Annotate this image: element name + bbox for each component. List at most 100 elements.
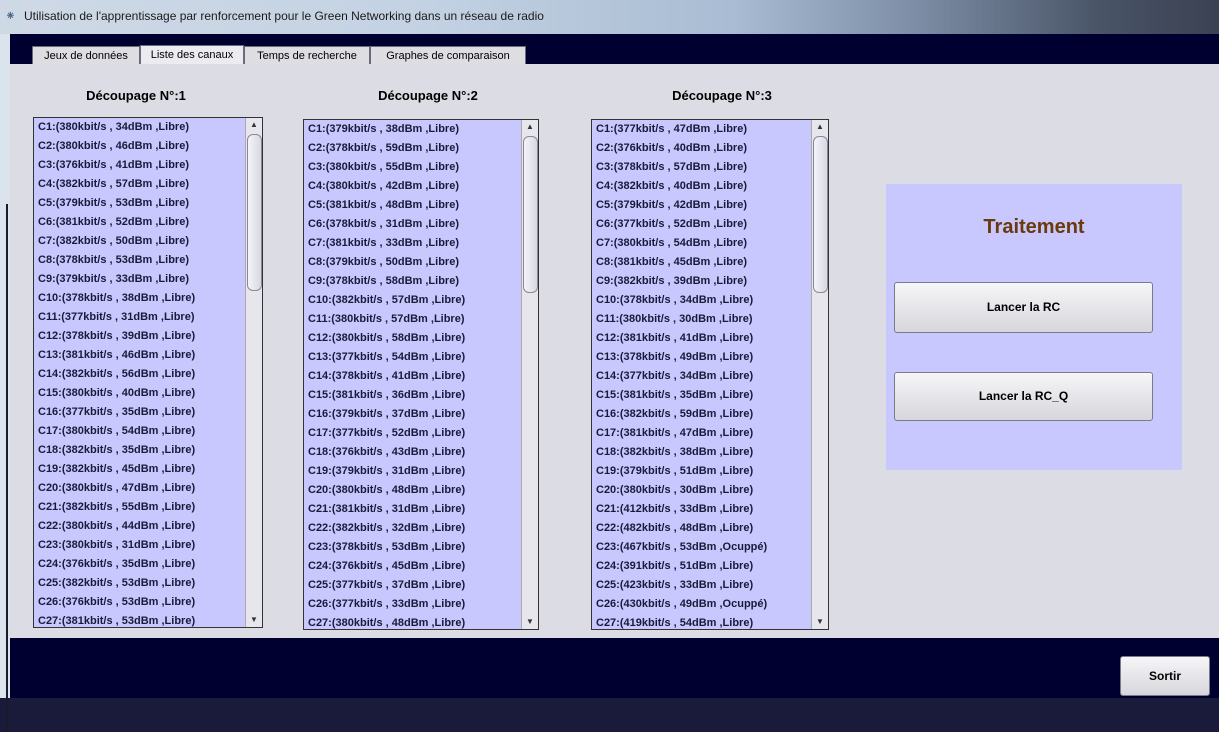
scrollbar[interactable]: ▲ ▼ [245,118,262,627]
list-item[interactable]: C22:(382kbit/s , 32dBm ,Libre) [304,519,522,538]
list-item[interactable]: C12:(381kbit/s , 41dBm ,Libre) [592,329,812,348]
list-item[interactable]: C16:(377kbit/s , 35dBm ,Libre) [34,403,246,422]
list-item[interactable]: C23:(378kbit/s , 53dBm ,Libre) [304,538,522,557]
list-item[interactable]: C15:(381kbit/s , 35dBm ,Libre) [592,386,812,405]
list-item[interactable]: C6:(381kbit/s , 52dBm ,Libre) [34,213,246,232]
list-item[interactable]: C17:(381kbit/s , 47dBm ,Libre) [592,424,812,443]
list-item[interactable]: C14:(378kbit/s , 41dBm ,Libre) [304,367,522,386]
tab-temps-de-recherche[interactable]: Temps de recherche [244,46,370,64]
list-item[interactable]: C10:(378kbit/s , 34dBm ,Libre) [592,291,812,310]
list-item[interactable]: C10:(382kbit/s , 57dBm ,Libre) [304,291,522,310]
list-item[interactable]: C11:(377kbit/s , 31dBm ,Libre) [34,308,246,327]
arrow-down-icon[interactable]: ▼ [522,615,538,629]
list-item[interactable]: C9:(378kbit/s , 58dBm ,Libre) [304,272,522,291]
list-item[interactable]: C4:(382kbit/s , 57dBm ,Libre) [34,175,246,194]
arrow-up-icon[interactable]: ▲ [246,118,262,132]
tab-jeux-de-donnees[interactable]: Jeux de données [32,46,140,64]
list-item[interactable]: C18:(382kbit/s , 38dBm ,Libre) [592,443,812,462]
arrow-down-icon[interactable]: ▼ [812,615,828,629]
list-item[interactable]: C21:(412kbit/s , 33dBm ,Libre) [592,500,812,519]
list-item[interactable]: C21:(381kbit/s , 31dBm ,Libre) [304,500,522,519]
list-item[interactable]: C19:(379kbit/s , 51dBm ,Libre) [592,462,812,481]
list-item[interactable]: C6:(378kbit/s , 31dBm ,Libre) [304,215,522,234]
list-item[interactable]: C19:(379kbit/s , 31dBm ,Libre) [304,462,522,481]
list-item[interactable]: C2:(376kbit/s , 40dBm ,Libre) [592,139,812,158]
list-item[interactable]: C15:(380kbit/s , 40dBm ,Libre) [34,384,246,403]
list-item[interactable]: C7:(381kbit/s , 33dBm ,Libre) [304,234,522,253]
list-item[interactable]: C15:(381kbit/s , 36dBm ,Libre) [304,386,522,405]
arrow-up-icon[interactable]: ▲ [812,120,828,134]
list-item[interactable]: C1:(379kbit/s , 38dBm ,Libre) [304,120,522,139]
list-item[interactable]: C17:(377kbit/s , 52dBm ,Libre) [304,424,522,443]
list-item[interactable]: C12:(380kbit/s , 58dBm ,Libre) [304,329,522,348]
list-item[interactable]: C23:(380kbit/s , 31dBm ,Libre) [34,536,246,555]
list-item[interactable]: C8:(379kbit/s , 50dBm ,Libre) [304,253,522,272]
list-item[interactable]: C9:(379kbit/s , 33dBm ,Libre) [34,270,246,289]
list-item[interactable]: C25:(382kbit/s , 53dBm ,Libre) [34,574,246,593]
list-item[interactable]: C5:(381kbit/s , 48dBm ,Libre) [304,196,522,215]
list-item[interactable]: C27:(380kbit/s , 48dBm ,Libre) [304,614,522,629]
launch-rc-q-button[interactable]: Lancer la RC_Q [894,372,1153,421]
scroll-thumb[interactable] [523,136,538,293]
list-item[interactable]: C22:(380kbit/s , 44dBm ,Libre) [34,517,246,536]
list-item[interactable]: C5:(379kbit/s , 42dBm ,Libre) [592,196,812,215]
list-item[interactable]: C1:(377kbit/s , 47dBm ,Libre) [592,120,812,139]
list-item[interactable]: C3:(380kbit/s , 55dBm ,Libre) [304,158,522,177]
list-item[interactable]: C22:(482kbit/s , 48dBm ,Libre) [592,519,812,538]
scroll-thumb[interactable] [813,136,828,293]
list-item[interactable]: C18:(376kbit/s , 43dBm ,Libre) [304,443,522,462]
list-item[interactable]: C21:(382kbit/s , 55dBm ,Libre) [34,498,246,517]
scrollbar[interactable]: ▲ ▼ [811,120,828,629]
list-item[interactable]: C16:(379kbit/s , 37dBm ,Libre) [304,405,522,424]
list-item[interactable]: C1:(380kbit/s , 34dBm ,Libre) [34,118,246,137]
list-item[interactable]: C11:(380kbit/s , 57dBm ,Libre) [304,310,522,329]
list-item[interactable]: C25:(377kbit/s , 37dBm ,Libre) [304,576,522,595]
list-item[interactable]: C20:(380kbit/s , 48dBm ,Libre) [304,481,522,500]
list-item[interactable]: C26:(430kbit/s , 49dBm ,Ocuppé) [592,595,812,614]
scroll-thumb[interactable] [247,134,262,291]
tab-liste-des-canaux[interactable]: Liste des canaux [140,45,244,64]
list-item[interactable]: C24:(391kbit/s , 51dBm ,Libre) [592,557,812,576]
list-item[interactable]: C18:(382kbit/s , 35dBm ,Libre) [34,441,246,460]
arrow-down-icon[interactable]: ▼ [246,613,262,627]
list-item[interactable]: C2:(380kbit/s , 46dBm ,Libre) [34,137,246,156]
channel-list-3[interactable]: C1:(377kbit/s , 47dBm ,Libre) C2:(376kbit… [591,119,829,630]
list-item[interactable]: C25:(423kbit/s , 33dBm ,Libre) [592,576,812,595]
list-item[interactable]: C13:(378kbit/s , 49dBm ,Libre) [592,348,812,367]
list-item[interactable]: C7:(382kbit/s , 50dBm ,Libre) [34,232,246,251]
arrow-up-icon[interactable]: ▲ [522,120,538,134]
list-item[interactable]: C27:(419kbit/s , 54dBm ,Libre) [592,614,812,629]
list-item[interactable]: C8:(381kbit/s , 45dBm ,Libre) [592,253,812,272]
list-item[interactable]: C27:(381kbit/s , 53dBm ,Libre) [34,612,246,627]
list-item[interactable]: C4:(380kbit/s , 42dBm ,Libre) [304,177,522,196]
list-item[interactable]: C13:(377kbit/s , 54dBm ,Libre) [304,348,522,367]
list-item[interactable]: C3:(376kbit/s , 41dBm ,Libre) [34,156,246,175]
list-item[interactable]: C24:(376kbit/s , 35dBm ,Libre) [34,555,246,574]
list-item[interactable]: C14:(377kbit/s , 34dBm ,Libre) [592,367,812,386]
list-item[interactable]: C20:(380kbit/s , 30dBm ,Libre) [592,481,812,500]
list-item[interactable]: C17:(380kbit/s , 54dBm ,Libre) [34,422,246,441]
list-item[interactable]: C12:(378kbit/s , 39dBm ,Libre) [34,327,246,346]
list-item[interactable]: C9:(382kbit/s , 39dBm ,Libre) [592,272,812,291]
list-item[interactable]: C4:(382kbit/s , 40dBm ,Libre) [592,177,812,196]
list-item[interactable]: C13:(381kbit/s , 46dBm ,Libre) [34,346,246,365]
list-item[interactable]: C20:(380kbit/s , 47dBm ,Libre) [34,479,246,498]
tab-graphes-de-comparaison[interactable]: Graphes de comparaison [370,46,526,64]
list-item[interactable]: C26:(377kbit/s , 33dBm ,Libre) [304,595,522,614]
list-item[interactable]: C8:(378kbit/s , 53dBm ,Libre) [34,251,246,270]
channel-list-1[interactable]: C1:(380kbit/s , 34dBm ,Libre) C2:(380kbit… [33,117,263,628]
list-item[interactable]: C7:(380kbit/s , 54dBm ,Libre) [592,234,812,253]
list-item[interactable]: C5:(379kbit/s , 53dBm ,Libre) [34,194,246,213]
exit-button[interactable]: Sortir [1120,656,1210,696]
list-item[interactable]: C3:(378kbit/s , 57dBm ,Libre) [592,158,812,177]
list-item[interactable]: C2:(378kbit/s , 59dBm ,Libre) [304,139,522,158]
list-item[interactable]: C23:(467kbit/s , 53dBm ,Ocuppé) [592,538,812,557]
channel-list-2[interactable]: C1:(379kbit/s , 38dBm ,Libre) C2:(378kbit… [303,119,539,630]
launch-rc-button[interactable]: Lancer la RC [894,282,1153,333]
scrollbar[interactable]: ▲ ▼ [521,120,538,629]
list-item[interactable]: C10:(378kbit/s , 38dBm ,Libre) [34,289,246,308]
list-item[interactable]: C24:(376kbit/s , 45dBm ,Libre) [304,557,522,576]
list-item[interactable]: C6:(377kbit/s , 52dBm ,Libre) [592,215,812,234]
list-item[interactable]: C16:(382kbit/s , 59dBm ,Libre) [592,405,812,424]
list-item[interactable]: C11:(380kbit/s , 30dBm ,Libre) [592,310,812,329]
